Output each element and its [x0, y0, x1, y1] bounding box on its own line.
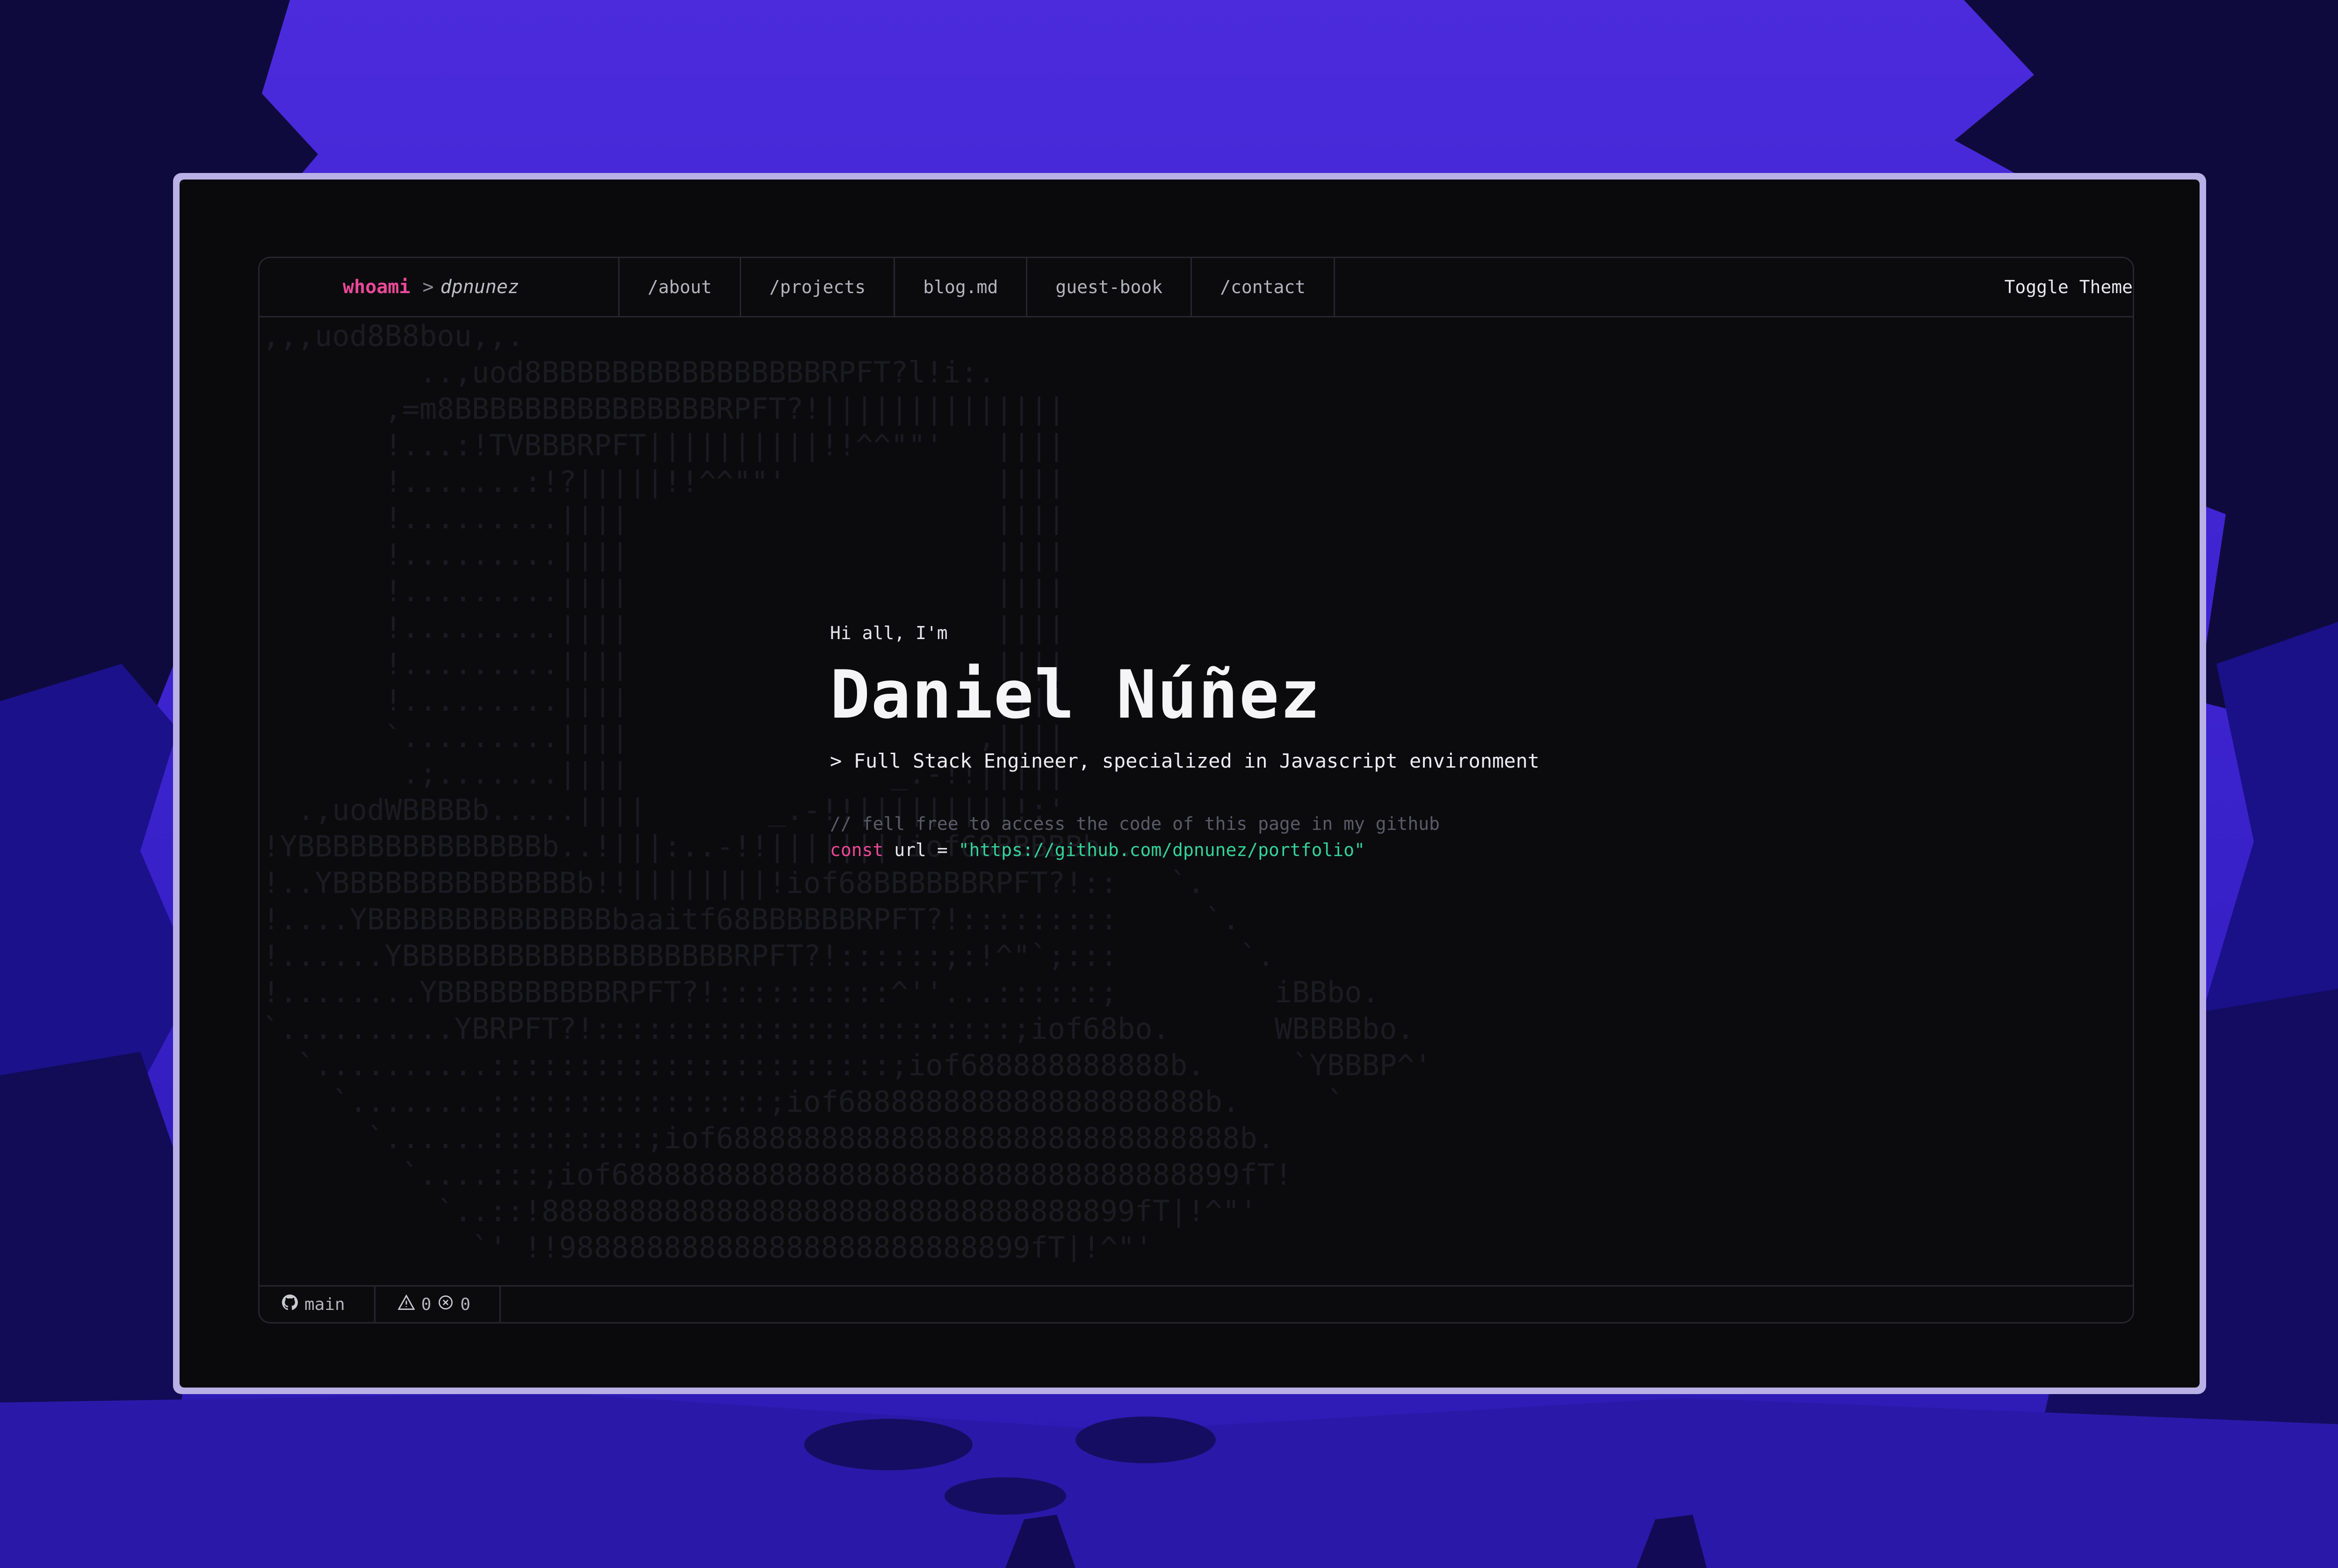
top-navbar: whoami > dpnunez /about /projects blog.m…: [260, 258, 2133, 317]
warning-count: 0: [421, 1295, 432, 1314]
browser-window: whoami > dpnunez /about /projects blog.m…: [173, 173, 2206, 1394]
brand-prefix: whoami: [343, 276, 411, 298]
hero-role: > Full Stack Engineer, specialized in Ja…: [830, 749, 1540, 772]
branch-indicator[interactable]: main: [260, 1287, 375, 1322]
main-nav: /about /projects blog.md guest-book /con…: [620, 258, 1335, 316]
toggle-theme-button[interactable]: Toggle Theme: [2004, 258, 2133, 316]
nav-guest-book[interactable]: guest-book: [1027, 258, 1192, 316]
hero-name: Daniel Núñez: [830, 656, 1321, 734]
greeting: Hi all, I'm: [830, 623, 948, 643]
terminal-panel: whoami > dpnunez /about /projects blog.m…: [258, 257, 2134, 1323]
nav-blog[interactable]: blog.md: [895, 258, 1028, 316]
code-comment: // fell free to access the code of this …: [830, 813, 1440, 834]
github-icon: [282, 1294, 298, 1315]
code-line: const url = "https://github.com/dpnunez/…: [830, 840, 1539, 860]
page-screen: whoami > dpnunez /about /projects blog.m…: [180, 180, 2200, 1388]
code-keyword: const: [830, 840, 884, 860]
error-count: 0: [460, 1295, 471, 1314]
hero-section: Hi all, I'm Daniel Núñez > Full Stack En…: [830, 623, 1539, 860]
code-equals: =: [937, 840, 948, 860]
branch-name: main: [304, 1295, 345, 1314]
brand-separator: >: [422, 276, 434, 298]
problems-indicator[interactable]: 0 0: [375, 1287, 501, 1322]
nav-about[interactable]: /about: [620, 258, 742, 316]
github-url-link[interactable]: "https://github.com/dpnunez/portfolio": [959, 840, 1365, 860]
nav-contact[interactable]: /contact: [1192, 258, 1335, 316]
brand-user: dpnunez: [440, 276, 520, 298]
warning-icon: [397, 1294, 415, 1315]
error-icon: [438, 1295, 454, 1315]
brand[interactable]: whoami > dpnunez: [260, 258, 620, 316]
nav-projects[interactable]: /projects: [741, 258, 895, 316]
status-bar: main 0 0: [260, 1285, 2133, 1322]
code-variable: url: [894, 840, 926, 860]
